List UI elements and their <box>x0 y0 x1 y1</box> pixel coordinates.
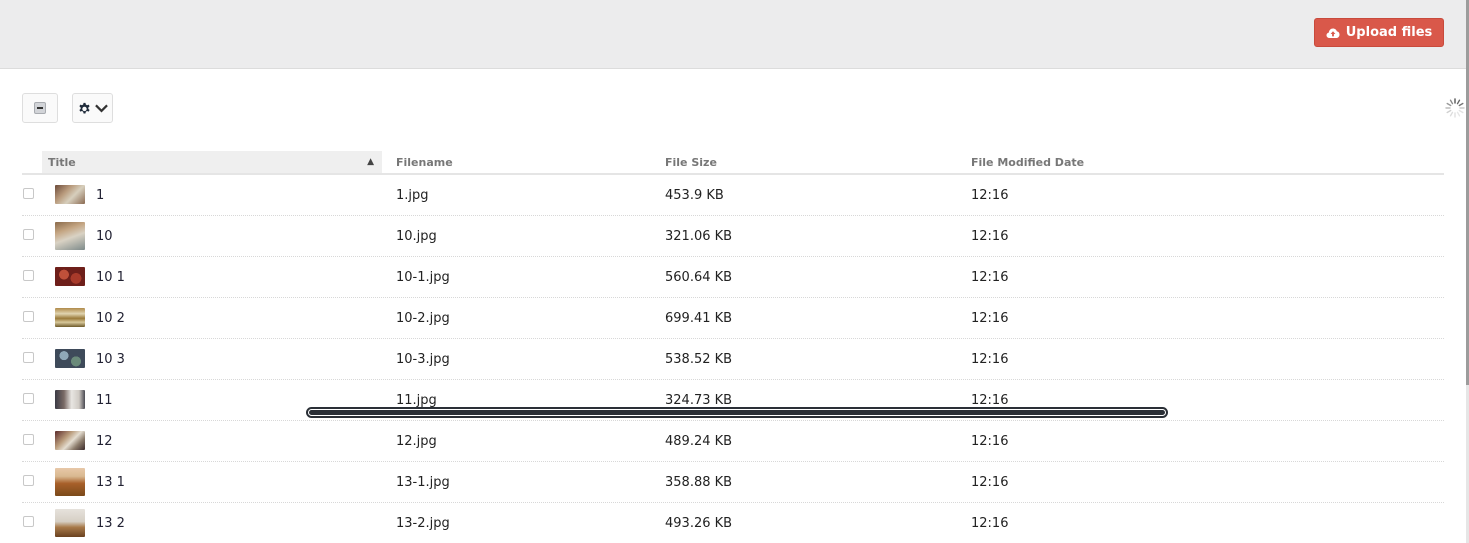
row-checkbox[interactable] <box>23 311 34 322</box>
select-all-toggle-button[interactable] <box>22 93 58 123</box>
column-header-filename[interactable]: Filename <box>396 151 453 173</box>
file-size-cell: 489.24 KB <box>665 434 733 449</box>
title-cell: 13 1 <box>96 475 125 490</box>
title-cell: 10 <box>96 229 113 244</box>
filename-cell: 12.jpg <box>396 434 437 449</box>
upload-files-button[interactable]: Upload files <box>1314 18 1444 47</box>
chevron-down-icon <box>94 104 108 112</box>
row-checkbox[interactable] <box>23 188 34 199</box>
file-size-cell: 358.88 KB <box>665 475 733 490</box>
files-table: Title ▲ Filename File Size File Modified… <box>22 151 1444 543</box>
select-all-toggle-icon <box>34 102 46 114</box>
bulk-actions-dropdown[interactable] <box>72 93 113 123</box>
column-header-file-size[interactable]: File Size <box>665 151 717 173</box>
table-row[interactable]: 12 12.jpg 489.24 KB 12:16 <box>22 421 1444 462</box>
loading-spinner-icon <box>1445 98 1465 118</box>
row-drag-indicator[interactable] <box>306 407 1168 418</box>
column-header-title[interactable]: Title ▲ <box>42 151 382 173</box>
modified-date-cell: 12:16 <box>971 229 1009 244</box>
filename-cell: 10.jpg <box>396 229 437 244</box>
file-size-cell: 699.41 KB <box>665 311 733 326</box>
table-row[interactable]: 10 2 10-2.jpg 699.41 KB 12:16 <box>22 298 1444 339</box>
title-cell: 13 2 <box>96 516 125 531</box>
file-size-cell: 321.06 KB <box>665 229 733 244</box>
table-row[interactable]: 10 10.jpg 321.06 KB 12:16 <box>22 216 1444 257</box>
title-cell: 12 <box>96 434 113 449</box>
file-thumbnail <box>55 308 85 327</box>
table-row[interactable]: 10 1 10-1.jpg 560.64 KB 12:16 <box>22 257 1444 298</box>
row-checkbox[interactable] <box>23 229 34 240</box>
upload-files-label: Upload files <box>1345 25 1433 40</box>
modified-date-cell: 12:16 <box>971 516 1009 531</box>
title-cell: 10 1 <box>96 270 125 285</box>
file-thumbnail <box>55 267 85 286</box>
file-thumbnail <box>55 222 85 250</box>
modified-date-cell: 12:16 <box>971 434 1009 449</box>
filename-cell: 10-3.jpg <box>396 352 450 367</box>
table-header: Title ▲ Filename File Size File Modified… <box>22 151 1444 175</box>
table-row[interactable]: 1 1.jpg 453.9 KB 12:16 <box>22 175 1444 216</box>
modified-date-cell: 12:16 <box>971 352 1009 367</box>
column-header-modified-date[interactable]: File Modified Date <box>971 151 1084 173</box>
row-checkbox[interactable] <box>23 475 34 486</box>
file-thumbnail <box>55 509 85 537</box>
gear-icon <box>78 102 90 113</box>
sort-ascending-icon: ▲ <box>367 157 374 167</box>
modified-date-cell: 12:16 <box>971 475 1009 490</box>
filename-cell: 13-2.jpg <box>396 516 450 531</box>
filename-cell: 13-1.jpg <box>396 475 450 490</box>
file-thumbnail <box>55 390 85 409</box>
title-cell: 10 3 <box>96 352 125 367</box>
file-size-cell: 453.9 KB <box>665 188 724 203</box>
file-size-cell: 560.64 KB <box>665 270 733 285</box>
file-thumbnail <box>55 468 85 496</box>
top-bar: Upload files <box>0 0 1466 69</box>
filename-cell: 10-2.jpg <box>396 311 450 326</box>
row-drag-indicator-fill <box>309 410 1165 415</box>
row-checkbox[interactable] <box>23 270 34 281</box>
modified-date-cell: 12:16 <box>971 311 1009 326</box>
title-cell: 1 <box>96 188 105 203</box>
file-thumbnail <box>55 185 85 204</box>
table-row[interactable]: 13 2 13-2.jpg 493.26 KB 12:16 <box>22 503 1444 543</box>
row-checkbox[interactable] <box>23 434 34 445</box>
modified-date-cell: 12:16 <box>971 270 1009 285</box>
row-checkbox[interactable] <box>23 393 34 404</box>
table-row[interactable]: 10 3 10-3.jpg 538.52 KB 12:16 <box>22 339 1444 380</box>
row-checkbox[interactable] <box>23 352 34 363</box>
table-body: 1 1.jpg 453.9 KB 12:16 10 10.jpg 321.06 … <box>22 175 1444 543</box>
filename-cell: 10-1.jpg <box>396 270 450 285</box>
table-row[interactable]: 13 1 13-1.jpg 358.88 KB 12:16 <box>22 462 1444 503</box>
row-checkbox[interactable] <box>23 516 34 527</box>
filename-cell: 1.jpg <box>396 188 429 203</box>
cloud-upload-icon <box>1326 28 1340 38</box>
title-cell: 10 2 <box>96 311 125 326</box>
file-thumbnail <box>55 431 85 450</box>
title-cell: 11 <box>96 393 113 408</box>
file-thumbnail <box>55 349 85 368</box>
modified-date-cell: 12:16 <box>971 188 1009 203</box>
file-size-cell: 493.26 KB <box>665 516 733 531</box>
file-size-cell: 538.52 KB <box>665 352 733 367</box>
